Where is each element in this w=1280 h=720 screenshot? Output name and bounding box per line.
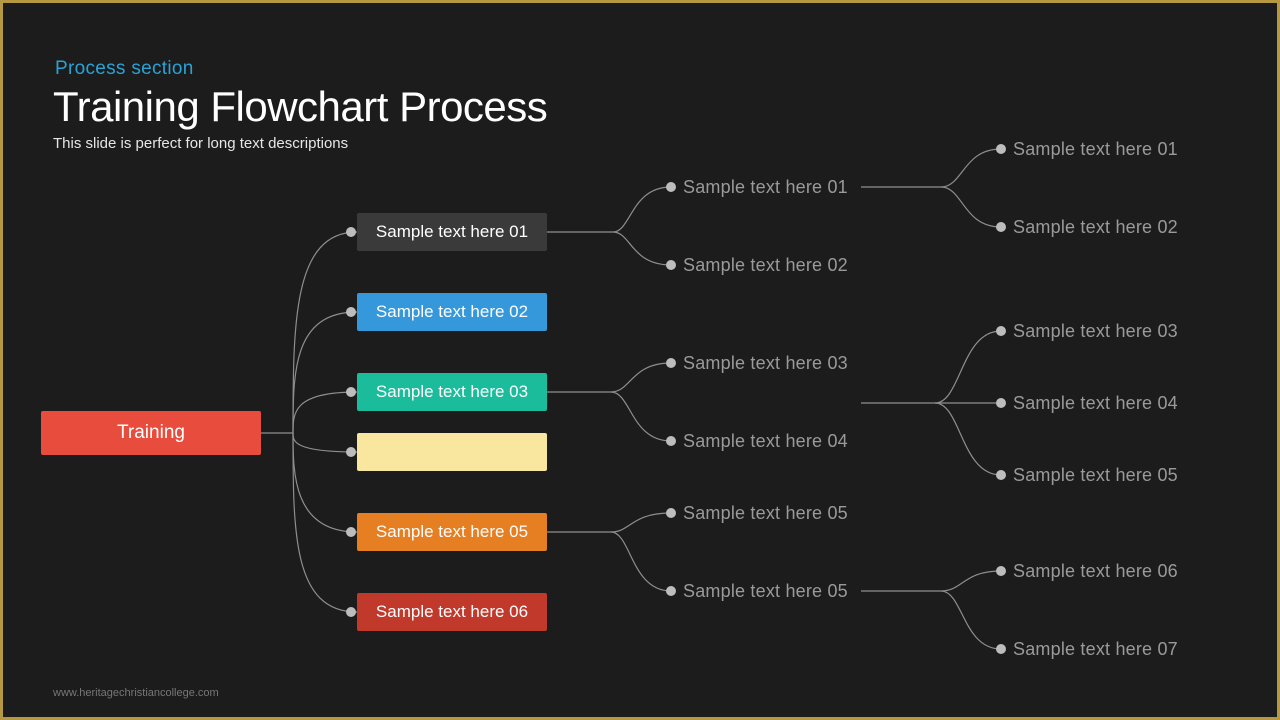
l2-a-item-1: Sample text here 01 xyxy=(683,177,848,198)
flowchart-stage: Training Sample text here 01 Sample text… xyxy=(3,3,1277,717)
l3-a-item-1: Sample text here 01 xyxy=(1013,139,1178,160)
slide-frame: Process section Training Flowchart Proce… xyxy=(0,0,1280,720)
l3-b-item-3: Sample text here 05 xyxy=(1013,465,1178,486)
l2-c-item-2: Sample text here 05 xyxy=(683,581,848,602)
l3-c-item-1: Sample text here 06 xyxy=(1013,561,1178,582)
root-node: Training xyxy=(41,411,261,455)
l3-b-item-2: Sample text here 04 xyxy=(1013,393,1178,414)
level1-box-4: Sample text here 04 xyxy=(357,433,547,471)
l2-c-item-1: Sample text here 05 xyxy=(683,503,848,524)
level1-box-2: Sample text here 02 xyxy=(357,293,547,331)
level1-box-5: Sample text here 05 xyxy=(357,513,547,551)
l2-a-item-2: Sample text here 02 xyxy=(683,255,848,276)
l2-b-item-1: Sample text here 03 xyxy=(683,353,848,374)
connectors xyxy=(3,3,1277,717)
l3-a-item-2: Sample text here 02 xyxy=(1013,217,1178,238)
l2-b-item-2: Sample text here 04 xyxy=(683,431,848,452)
l3-b-item-1: Sample text here 03 xyxy=(1013,321,1178,342)
level1-box-1: Sample text here 01 xyxy=(357,213,547,251)
level1-box-6: Sample text here 06 xyxy=(357,593,547,631)
footer-credit: www.heritagechristiancollege.com xyxy=(53,687,219,699)
level1-box-3: Sample text here 03 xyxy=(357,373,547,411)
l3-c-item-2: Sample text here 07 xyxy=(1013,639,1178,660)
